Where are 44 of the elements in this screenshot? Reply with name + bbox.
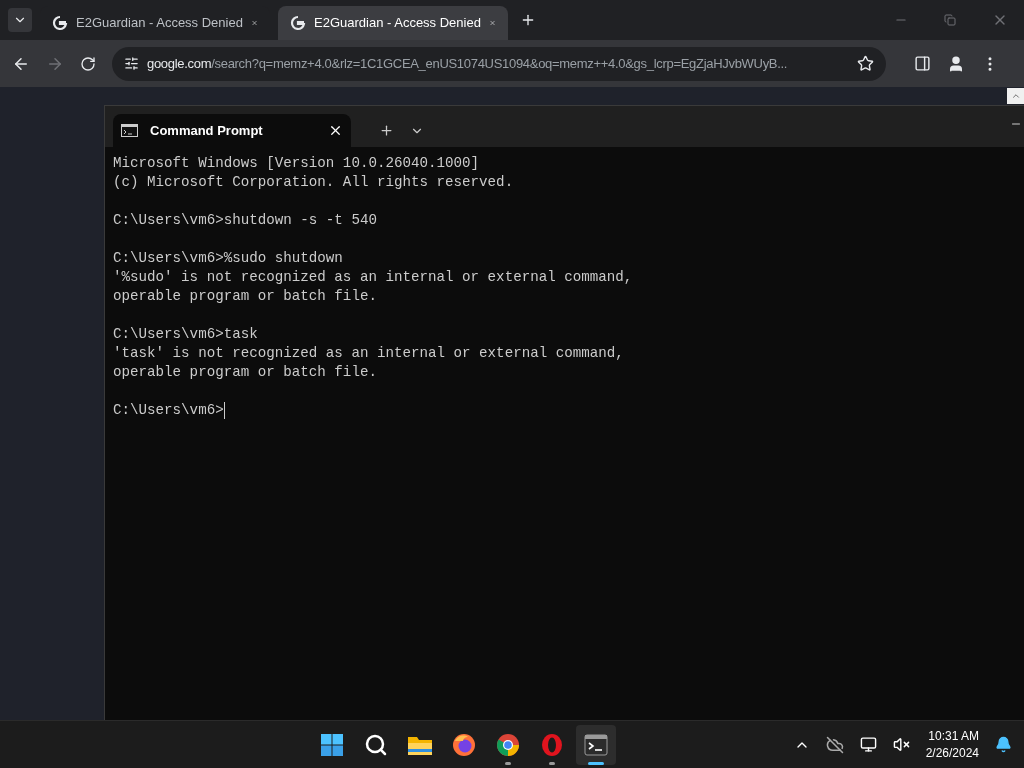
console-icon <box>121 124 138 137</box>
terminal-line: C:\Users\vm6>%sudo shutdown <box>113 249 343 268</box>
ring-icon <box>539 732 564 757</box>
reload-icon[interactable] <box>80 55 96 72</box>
close-icon[interactable] <box>328 123 343 138</box>
tab-title: Command Prompt <box>150 121 264 140</box>
google-icon <box>290 15 306 31</box>
terminal-line: operable program or batch file. <box>113 287 377 306</box>
terminal-line: '%sudo' is not recognized as an internal or external command, <box>113 268 633 287</box>
url-text: google.com/search?q=memz+4.0&rlz=1C1GCEA_enUS1074US1094&oq=memz++4.0&gs_lcrp=EgZjaHJvbWUyB... <box>147 54 789 73</box>
terminal-line: Microsoft Windows [Version 10.0.26040.1000] <box>113 154 480 173</box>
cloud-off-icon[interactable] <box>825 735 844 754</box>
fox-globe-icon <box>451 732 476 757</box>
browser-tab[interactable]: E2Guardian - Access Denied <box>278 6 508 40</box>
terminal-icon <box>583 733 608 756</box>
new-tab-icon[interactable] <box>520 12 536 28</box>
google-icon <box>52 15 68 31</box>
profile-icon[interactable] <box>947 54 965 73</box>
network-icon[interactable] <box>859 736 877 753</box>
site-settings-icon[interactable] <box>124 56 139 71</box>
side-panel-icon[interactable] <box>914 55 931 72</box>
terminal-line: 'task' is not recognized as an internal or external command, <box>113 344 624 363</box>
muted-speaker-icon[interactable] <box>892 736 910 753</box>
terminal-line: operable program or batch file. <box>113 363 377 382</box>
chrome-icon <box>495 732 520 757</box>
notification-icon[interactable] <box>995 736 1012 753</box>
tab-title: E2Guardian - Access Denied <box>76 14 243 33</box>
search-icon <box>363 732 388 757</box>
clock[interactable]: 10:31 AM 2/26/2024 <box>925 727 979 762</box>
restore-icon[interactable] <box>944 14 956 26</box>
bookmark-star-icon[interactable] <box>857 55 874 72</box>
time-text: 10:31 AM <box>928 727 979 745</box>
tab-list-button[interactable] <box>8 8 32 32</box>
windows-icon <box>319 732 344 757</box>
terminal-line: C:\Users\vm6> <box>113 401 224 420</box>
terminal-line: C:\Users\vm6>task <box>113 325 258 344</box>
taskbar-app[interactable] <box>575 724 616 765</box>
address-bar[interactable]: google.com/search?q=memz+4.0&rlz=1C1GCEA_enUS1074US1094&oq=memz++4.0&gs_lcrp=EgZjaHJvbWUyB... <box>112 46 886 81</box>
tab-title: E2Guardian - Access Denied <box>314 14 481 33</box>
date-text: 2/26/2024 <box>925 744 979 762</box>
new-tab-icon[interactable] <box>379 123 394 138</box>
terminal-line: (c) Microsoft Corporation. All rights reserved. <box>113 173 514 192</box>
terminal-tab[interactable]: Command Prompt <box>113 114 351 147</box>
terminal-line: C:\Users\vm6>shutdown -s -t 540 <box>113 211 377 230</box>
